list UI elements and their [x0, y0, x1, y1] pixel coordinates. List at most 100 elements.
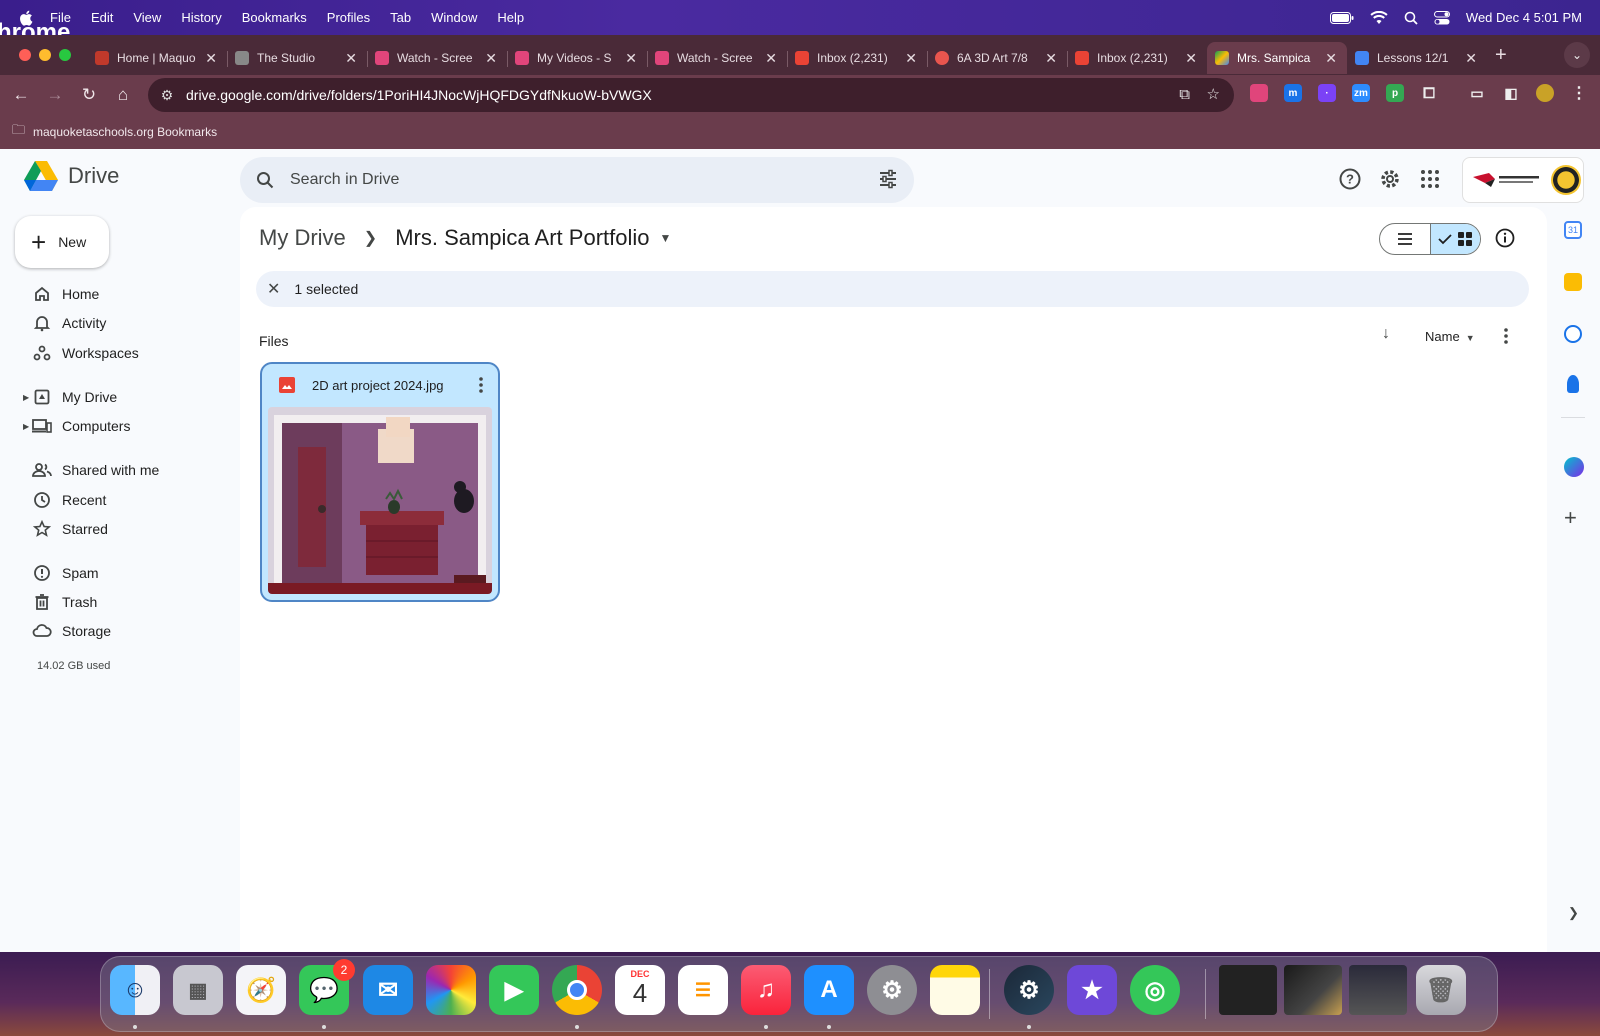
spotlight-search-icon[interactable] — [1404, 11, 1418, 25]
menu-history[interactable]: History — [181, 10, 221, 25]
address-bar[interactable]: ⚙ drive.google.com/drive/folders/1PoriHI… — [148, 78, 1234, 112]
messages-app-icon[interactable]: 💬 2 — [299, 959, 355, 1015]
chrome-menu-icon[interactable]: ⋮ — [1570, 84, 1588, 102]
close-tab-icon[interactable]: ✕ — [905, 50, 917, 67]
bookmark-star-icon[interactable]: ☆ — [1207, 85, 1220, 103]
account-avatar[interactable] — [1551, 165, 1581, 195]
info-icon[interactable] — [1494, 227, 1516, 249]
file-card-selected[interactable]: 2D art project 2024.jpg — [260, 362, 500, 602]
google-apps-grid-icon[interactable] — [1418, 167, 1442, 191]
search-placeholder[interactable]: Search in Drive — [290, 171, 399, 189]
sidebar-item-recent[interactable]: Recent — [32, 490, 106, 510]
breadcrumb-my-drive[interactable]: My Drive — [259, 225, 346, 251]
search-options-icon[interactable] — [878, 169, 898, 189]
google-contacts-icon[interactable] — [1567, 375, 1579, 393]
minimized-window-thumbnail[interactable] — [1284, 965, 1342, 1015]
side-panel-icon[interactable]: ◧ — [1502, 84, 1520, 102]
add-addon-plus-icon[interactable]: + — [1564, 505, 1577, 531]
music-app-icon[interactable]: ♫ — [741, 965, 791, 1015]
extension-icon[interactable]: m — [1284, 84, 1302, 102]
browser-tab[interactable]: 6A 3D Art 7/8 ✕ — [927, 42, 1068, 74]
sidebar-item-home[interactable]: Home — [32, 284, 99, 304]
minimize-window-button[interactable] — [39, 49, 51, 61]
sidebar-item-storage[interactable]: Storage — [32, 621, 111, 641]
close-window-button[interactable] — [19, 49, 31, 61]
sort-by-dropdown[interactable]: Name ▼ — [1425, 329, 1475, 344]
close-tab-icon[interactable]: ✕ — [345, 50, 357, 67]
menu-window[interactable]: Window — [431, 10, 477, 25]
drive-search-bar[interactable]: Search in Drive — [240, 157, 914, 203]
minimized-window-thumbnail[interactable] — [1219, 965, 1277, 1015]
sidebar-item-computers[interactable]: ▶ Computers — [23, 416, 130, 436]
system-settings-app-icon[interactable]: ⚙ — [867, 965, 917, 1015]
screencastify-extension-icon[interactable] — [1250, 84, 1268, 102]
address-bar-url[interactable]: drive.google.com/drive/folders/1PoriHI4J… — [186, 87, 652, 103]
mail-app-icon[interactable]: ✉ — [363, 965, 413, 1015]
sidebar-item-my-drive[interactable]: ▶ My Drive — [23, 387, 117, 407]
extension-icon[interactable]: p — [1386, 84, 1404, 102]
extensions-puzzle-icon[interactable]: ⧠ — [1420, 84, 1438, 102]
browser-tab-active[interactable]: Mrs. Sampica ✕ — [1207, 42, 1347, 74]
calendar-app-icon[interactable]: DEC 4 — [615, 965, 665, 1015]
list-layout-button[interactable] — [1380, 224, 1430, 254]
close-tab-icon[interactable]: ✕ — [1045, 50, 1057, 67]
google-keep-icon[interactable] — [1564, 273, 1582, 291]
close-tab-icon[interactable]: ✕ — [1465, 50, 1477, 67]
bookmarks-folder-label[interactable]: maquoketaschools.org Bookmarks — [33, 125, 217, 139]
sidebar-item-workspaces[interactable]: Workspaces — [32, 343, 139, 363]
expand-caret-icon[interactable]: ▶ — [23, 422, 29, 431]
zoom-window-button[interactable] — [59, 49, 71, 61]
sidebar-item-trash[interactable]: Trash — [32, 592, 97, 612]
menu-view[interactable]: View — [133, 10, 161, 25]
collapse-panel-chevron-icon[interactable]: ❯ — [1568, 905, 1579, 921]
browser-tab[interactable]: Lessons 12/1 ✕ — [1347, 42, 1487, 74]
back-arrow-icon[interactable]: ← — [4, 85, 38, 105]
close-tab-icon[interactable]: ✕ — [205, 50, 217, 67]
help-icon[interactable]: ? — [1338, 167, 1362, 191]
facetime-app-icon[interactable]: ▶ — [489, 965, 539, 1015]
close-tab-icon[interactable]: ✕ — [625, 50, 637, 67]
more-options-vertical-icon[interactable] — [1503, 327, 1509, 345]
chrome-app-icon[interactable] — [552, 965, 602, 1015]
account-switcher[interactable] — [1462, 157, 1584, 203]
install-app-icon[interactable]: ⧉ — [1179, 86, 1190, 103]
grid-layout-button[interactable] — [1429, 224, 1480, 254]
browser-tab[interactable]: Inbox (2,231) ✕ — [1067, 42, 1207, 74]
reminders-app-icon[interactable]: ☰ — [678, 965, 728, 1015]
site-info-icon[interactable]: ⚙ — [152, 87, 182, 104]
sidebar-item-spam[interactable]: Spam — [32, 563, 99, 583]
launchpad-app-icon[interactable]: ▦ — [173, 965, 223, 1015]
control-center-icon[interactable] — [1433, 10, 1450, 25]
safari-app-icon[interactable]: 🧭 — [236, 965, 286, 1015]
trash-app-icon[interactable]: 🗑 — [1416, 965, 1466, 1015]
google-tasks-icon[interactable] — [1564, 325, 1582, 343]
sort-direction-arrow-icon[interactable]: ↓ — [1382, 325, 1390, 343]
menu-bookmarks[interactable]: Bookmarks — [242, 10, 307, 25]
menu-bar-clock[interactable]: Wed Dec 4 5:01 PM — [1466, 10, 1582, 25]
google-calendar-icon[interactable]: 31 — [1564, 221, 1582, 239]
photos-app-icon[interactable] — [426, 965, 476, 1015]
extension-icon[interactable]: · — [1318, 84, 1336, 102]
settings-gear-icon[interactable] — [1378, 167, 1402, 191]
new-button[interactable]: + New — [15, 216, 109, 268]
new-tab-plus-icon[interactable]: + — [1495, 44, 1507, 67]
search-icon[interactable] — [256, 171, 274, 189]
file-more-actions-icon[interactable] — [478, 376, 484, 394]
notes-app-icon[interactable] — [930, 965, 980, 1015]
forward-arrow-icon[interactable]: → — [38, 85, 72, 105]
wifi-icon[interactable] — [1370, 10, 1388, 25]
reload-icon[interactable]: ↻ — [72, 85, 106, 105]
close-tab-icon[interactable]: ✕ — [765, 50, 777, 67]
finder-app-icon[interactable]: ☺ — [110, 965, 160, 1015]
menu-help[interactable]: Help — [497, 10, 524, 25]
clear-selection-close-icon[interactable]: ✕ — [267, 279, 280, 299]
battery-icon[interactable] — [1329, 11, 1354, 24]
cast-icon[interactable]: ▭ — [1468, 84, 1486, 102]
zoom-extension-icon[interactable]: zm — [1352, 84, 1370, 102]
app-store-icon[interactable]: A — [804, 965, 854, 1015]
drive-logo[interactable]: Drive — [24, 161, 119, 191]
canva-extension-icon[interactable] — [1564, 457, 1584, 477]
find-my-app-icon[interactable]: ◎ — [1130, 965, 1180, 1015]
menu-tab[interactable]: Tab — [390, 10, 411, 25]
close-tab-icon[interactable]: ✕ — [485, 50, 497, 67]
